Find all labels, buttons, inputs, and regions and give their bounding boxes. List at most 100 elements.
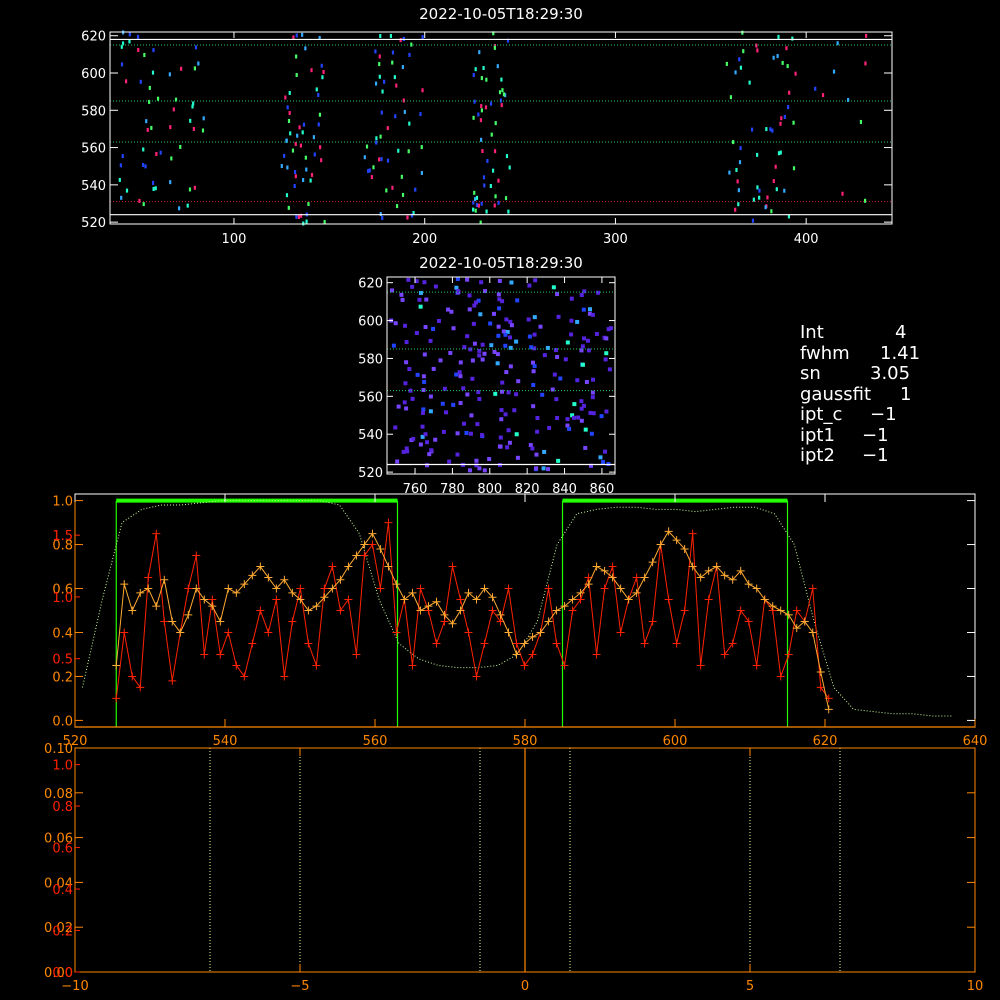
overview-ytick-label: 560 — [81, 142, 106, 157]
data-point — [170, 156, 173, 161]
data-point — [475, 195, 479, 200]
data-point — [395, 204, 399, 209]
plus-marker — [632, 573, 641, 582]
data-point — [500, 389, 505, 394]
plus-marker — [120, 580, 129, 589]
plus-marker — [112, 661, 121, 670]
data-point — [542, 353, 547, 358]
data-point — [742, 49, 745, 54]
data-point — [507, 209, 510, 214]
data-point — [421, 407, 426, 412]
stat-ipt2: ipt2 −1 — [800, 445, 990, 467]
plus-marker — [352, 551, 361, 560]
data-point — [304, 46, 307, 51]
plus-marker — [544, 584, 553, 593]
data-point — [530, 446, 535, 451]
plus-marker — [664, 595, 673, 604]
data-point — [486, 158, 489, 163]
data-point — [304, 155, 307, 160]
data-point — [752, 197, 755, 202]
data-point — [563, 357, 568, 362]
data-point — [295, 214, 298, 219]
data-point — [421, 35, 424, 40]
plus-marker — [552, 606, 561, 615]
data-point — [139, 79, 142, 84]
plus-marker — [688, 529, 697, 538]
data-point — [514, 339, 519, 344]
data-point — [579, 418, 584, 423]
data-point — [404, 446, 409, 451]
data-point — [779, 150, 782, 155]
residual-xtick-label: 5 — [746, 979, 754, 994]
plus-marker — [504, 628, 513, 637]
data-point — [386, 126, 389, 131]
overview-frame — [109, 31, 893, 225]
data-point — [417, 297, 422, 302]
data-point — [419, 112, 422, 117]
plus-marker — [384, 518, 393, 527]
data-point — [145, 119, 148, 124]
residual-xtick-label: −5 — [290, 979, 309, 994]
data-point — [532, 332, 537, 337]
data-point — [287, 119, 291, 124]
data-point — [148, 85, 151, 90]
data-point — [391, 185, 394, 190]
data-point — [508, 335, 513, 340]
data-point — [569, 296, 574, 301]
data-point — [515, 298, 520, 303]
zoom-xtick-label: 840 — [552, 482, 577, 497]
data-point — [501, 88, 504, 93]
data-point — [286, 105, 289, 110]
overview-ytick-label: 520 — [81, 216, 106, 231]
red-series — [112, 518, 833, 703]
data-point — [832, 69, 836, 74]
data-point — [425, 440, 430, 445]
data-point — [479, 137, 483, 142]
residual-ytick-label-red: 0.8 — [52, 800, 73, 815]
stat-value: −1 — [862, 445, 889, 466]
data-point — [309, 178, 312, 183]
data-point — [591, 411, 596, 416]
data-point — [399, 38, 402, 43]
profile-frame — [74, 493, 976, 728]
stat-label: ipt1 — [800, 424, 835, 446]
data-point — [393, 425, 398, 430]
data-point — [504, 317, 509, 322]
data-point — [379, 134, 382, 139]
data-point — [424, 297, 429, 302]
plus-marker — [648, 617, 657, 626]
data-point — [189, 118, 192, 123]
plus-marker — [472, 672, 481, 681]
data-point — [172, 107, 175, 112]
data-point — [429, 448, 434, 453]
plus-marker — [640, 573, 649, 582]
plus-marker — [824, 705, 833, 714]
plus-marker — [112, 694, 121, 703]
data-point — [321, 75, 324, 80]
stat-ipt-c: ipt_c −1 — [800, 404, 990, 426]
residual-ytick-label-red: 0.0 — [52, 966, 73, 981]
data-point — [758, 195, 761, 200]
plus-marker — [272, 595, 281, 604]
stat-label: Int — [800, 322, 824, 343]
data-point — [582, 289, 587, 294]
stat-label: gaussfit — [800, 383, 872, 405]
data-point — [422, 280, 427, 285]
data-point — [859, 119, 863, 124]
plus-marker — [264, 573, 273, 582]
data-point — [607, 367, 612, 372]
data-point — [391, 343, 396, 348]
plus-marker — [752, 584, 761, 593]
data-point — [152, 48, 155, 53]
plus-marker — [544, 617, 553, 626]
data-point — [125, 188, 129, 193]
data-point — [494, 121, 497, 126]
data-point — [489, 101, 493, 106]
data-point — [604, 409, 609, 414]
data-point — [383, 79, 386, 84]
data-point — [401, 449, 406, 454]
plus-marker — [352, 650, 361, 659]
plus-marker — [616, 584, 625, 593]
overview-plot — [109, 30, 893, 226]
stat-value: −1 — [862, 424, 889, 446]
